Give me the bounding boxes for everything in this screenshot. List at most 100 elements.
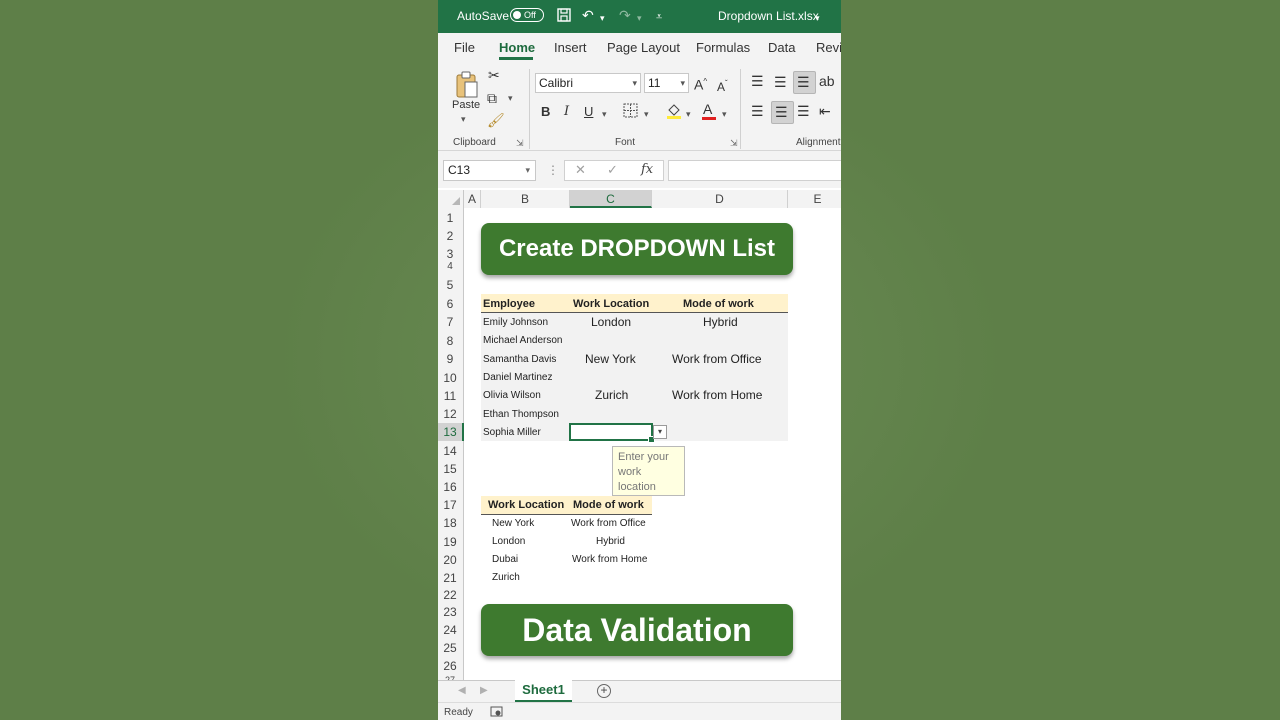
row-header[interactable]: 20 [438,553,462,567]
tab-data[interactable]: Data [768,40,795,55]
copy-icon[interactable]: ⧉ [487,90,497,106]
select-all-button[interactable] [438,190,464,208]
file-name[interactable]: Dropdown List.xlsx [718,9,819,23]
employee-cell[interactable]: Daniel Martinez [483,372,552,384]
row-header[interactable]: 26 [438,659,462,673]
active-cell-c13[interactable] [569,423,655,443]
row-header[interactable]: 8 [438,334,462,348]
mode-list-item[interactable]: Work from Home [572,554,647,566]
row-header[interactable]: 21 [438,571,462,585]
row-header[interactable]: 18 [438,516,462,530]
row-header[interactable]: 16 [438,480,462,494]
fill-color-dropdown-icon[interactable]: ▾ [686,109,691,120]
font-color-dropdown-icon[interactable]: ▾ [722,109,727,120]
row-header[interactable]: 15 [438,462,462,476]
sheet-tab-sheet1[interactable]: Sheet1 [515,680,572,702]
font-name-select[interactable]: Calibri ▾ [535,73,641,93]
validation-dropdown-button[interactable]: ▾ [653,425,667,439]
underline-dropdown-icon[interactable]: ▾ [602,109,607,120]
row-header[interactable]: 11 [438,389,462,403]
location-list-item[interactable]: New York [492,518,534,530]
tab-insert[interactable]: Insert [554,40,587,55]
underline-button[interactable]: U [584,104,593,120]
mode-list-item[interactable]: Hybrid [596,536,625,548]
orientation-icon[interactable]: ab [819,73,835,89]
save-icon[interactable] [556,7,572,26]
row-header[interactable]: 22 [438,588,462,602]
format-painter-icon[interactable]: 🖌 [487,112,505,128]
paste-dropdown-icon[interactable]: ▾ [461,114,466,125]
insert-function-icon[interactable]: fx [641,162,653,177]
bold-button[interactable]: B [541,104,550,120]
row-header[interactable]: 1 [438,211,462,225]
cancel-icon[interactable]: ✕ [575,162,586,178]
filename-dropdown-icon[interactable]: ▾ [815,10,820,26]
employee-cell[interactable]: Olivia Wilson [483,390,541,402]
name-box[interactable]: C13 ▾ [443,160,536,181]
location-list-item[interactable]: Dubai [492,554,518,566]
undo-icon[interactable]: ↶ [582,7,594,23]
row-header[interactable]: 17 [438,498,462,512]
row-header[interactable]: 5 [438,278,462,292]
employee-cell[interactable]: Ethan Thompson [483,409,559,421]
copy-dropdown-icon[interactable]: ▾ [508,93,513,104]
shrink-font-icon[interactable]: Aˇ [717,76,728,95]
row-header[interactable]: 14 [438,444,462,458]
employee-cell[interactable]: Emily Johnson [483,317,548,329]
row-header[interactable]: 23 [438,605,462,619]
row-header[interactable]: 3 [438,247,462,261]
column-header-e[interactable]: E [788,190,841,208]
row-header[interactable]: 7 [438,315,462,329]
row-header[interactable]: 4 [438,261,462,272]
row-header[interactable]: 6 [438,297,462,311]
middle-align-icon[interactable]: ☰ [774,74,787,90]
column-header-a[interactable]: A [464,190,481,208]
italic-button[interactable]: I [564,104,569,120]
font-launcher-icon[interactable]: ⇲ [730,138,738,149]
row-header[interactable]: 10 [438,371,462,385]
mode-cell[interactable]: Hybrid [703,316,738,328]
clipboard-launcher-icon[interactable]: ⇲ [516,138,524,149]
employee-cell[interactable]: Michael Anderson [483,335,563,347]
location-cell[interactable]: London [591,316,631,328]
scroll-right-icon[interactable]: ▶ [480,685,488,696]
location-list-item[interactable]: London [492,536,525,548]
bottom-align-icon[interactable]: ☰ [797,74,810,90]
scroll-left-icon[interactable]: ◀ [458,685,466,696]
row-header[interactable]: 2 [438,229,462,243]
row-header[interactable]: 9 [438,352,462,366]
row-header[interactable]: 24 [438,623,462,637]
tab-review[interactable]: Revie [816,40,841,55]
column-header-b[interactable]: B [481,190,570,208]
borders-dropdown-icon[interactable]: ▾ [644,109,649,120]
align-center-icon[interactable]: ☰ [775,104,788,120]
paste-label[interactable]: Paste [452,99,480,111]
column-header-d[interactable]: D [652,190,788,208]
redo-icon[interactable]: ↷ [619,7,631,23]
row-header-selected[interactable]: 13 [438,423,464,441]
tab-page-layout[interactable]: Page Layout [607,40,680,55]
decrease-indent-icon[interactable]: ⇤ [819,103,831,119]
cut-icon[interactable]: ✂ [488,67,500,83]
enter-icon[interactable]: ✓ [607,162,618,178]
tab-formulas[interactable]: Formulas [696,40,750,55]
autosave-toggle[interactable]: Off [510,8,544,22]
column-header-c[interactable]: C [570,190,652,208]
location-list-item[interactable]: Zurich [492,572,520,584]
paste-icon[interactable] [455,71,478,98]
fill-color-icon[interactable] [666,102,682,123]
macro-record-icon[interactable] [490,705,503,720]
tab-file[interactable]: File [454,40,475,55]
row-header[interactable]: 19 [438,535,462,549]
undo-dropdown-icon[interactable]: ▾ [600,10,605,26]
location-cell[interactable]: New York [585,353,636,365]
redo-dropdown-icon[interactable]: ▾ [637,10,642,26]
employee-cell[interactable]: Sophia Miller [483,427,541,439]
borders-icon[interactable] [623,103,638,121]
mode-list-item[interactable]: Work from Office [571,518,646,530]
font-size-select[interactable]: 11 ▾ [644,73,689,93]
customize-toolbar-icon[interactable]: ⩡ [656,9,662,25]
row-header[interactable]: 12 [438,407,462,421]
tab-home[interactable]: Home [499,40,535,55]
align-right-icon[interactable]: ☰ [797,103,810,119]
